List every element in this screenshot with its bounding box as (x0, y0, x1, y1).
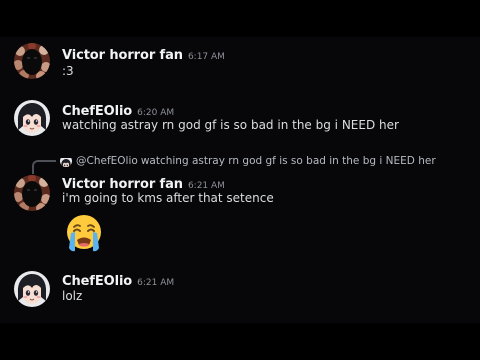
timestamp[interactable]: 6:17 AM (188, 52, 225, 62)
message-text: :3 (62, 64, 74, 78)
letterboxed-screen: Victor horror fan 6:17 AM :3 ChefEOlio 6:2… (0, 0, 480, 360)
timestamp[interactable]: 6:20 AM (137, 108, 174, 118)
loudly-crying-face-emoji (67, 215, 101, 252)
message-text: lolz (62, 289, 83, 303)
message-item: Victor horror fan 6:17 AM :3 (0, 37, 480, 89)
black-shadow-creature-avatar-icon[interactable] (14, 43, 50, 79)
message-text: watching astray rn god gf is so bad in t… (62, 118, 399, 132)
message-item: ChefEOlio 6:21 AM lolz (0, 269, 480, 323)
message-header: ChefEOlio 6:21 AM (62, 270, 174, 289)
username[interactable]: ChefEOlio (62, 104, 132, 119)
message-item: ChefEOlio 6:20 AM watching astray rn god … (0, 97, 480, 149)
username[interactable]: ChefEOlio (62, 274, 132, 289)
message-header: Victor horror fan 6:21 AM (62, 173, 225, 192)
message-text: i'm going to kms after that setence (62, 191, 274, 205)
message-header: ChefEOlio 6:20 AM (62, 100, 174, 119)
reply-text[interactable]: watching astray rn god gf is so bad in t… (141, 155, 436, 167)
message-header: Victor horror fan 6:17 AM (62, 44, 225, 63)
anime-girl-avatar-icon (60, 155, 72, 167)
username[interactable]: Victor horror fan (62, 48, 183, 63)
message-item: @ChefEOlio watching astray rn god gf is … (0, 151, 480, 271)
reply-mention[interactable]: @ChefEOlio (76, 155, 138, 167)
black-shadow-creature-avatar-icon[interactable] (14, 175, 50, 211)
chat-message-list[interactable]: Victor horror fan 6:17 AM :3 ChefEOlio 6:2… (0, 37, 480, 323)
timestamp[interactable]: 6:21 AM (137, 278, 174, 288)
timestamp[interactable]: 6:21 AM (188, 181, 225, 191)
anime-girl-avatar-icon[interactable] (14, 271, 50, 307)
anime-girl-avatar-icon[interactable] (14, 100, 50, 136)
reply-spine (32, 160, 56, 174)
reply-preview[interactable]: @ChefEOlio watching astray rn god gf is … (60, 151, 436, 171)
username[interactable]: Victor horror fan (62, 177, 183, 192)
